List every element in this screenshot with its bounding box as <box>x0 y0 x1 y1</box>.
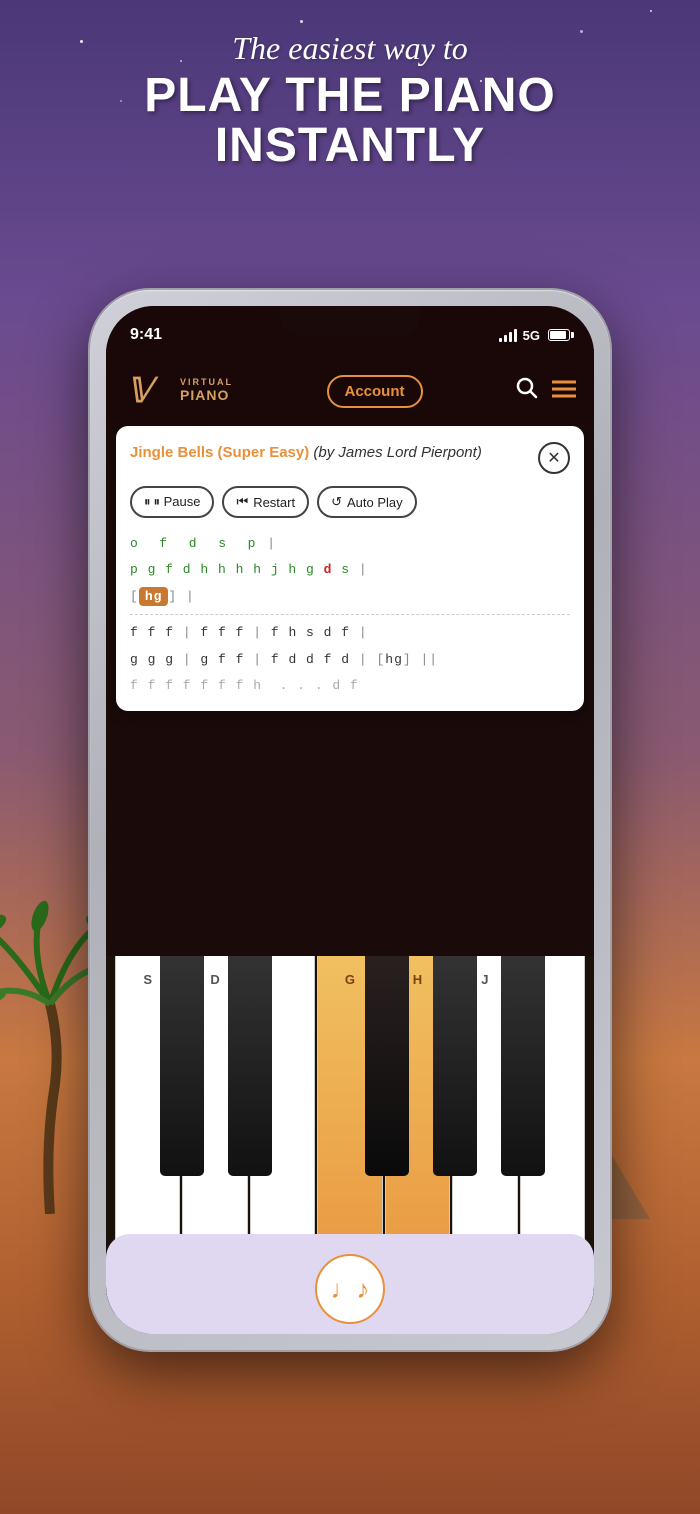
song-title-italic: (by James Lord Pierpont) <box>309 444 482 461</box>
song-header: Jingle Bells (Super Easy) (by James Lord… <box>130 442 570 474</box>
logo-piano-text: PIANO <box>180 388 233 403</box>
account-button[interactable]: Account <box>327 375 423 408</box>
black-key-4[interactable] <box>433 956 477 1176</box>
notes-row-1: o f d s p | <box>130 532 570 555</box>
notes-row-5: g g g | g f f | f d d f d | [hg] || <box>130 648 570 671</box>
notes-divider <box>130 614 570 615</box>
hero-section: The easiest way to PLAY THE PIANO INSTAN… <box>0 30 700 172</box>
autoplay-icon: ↺ <box>331 494 342 510</box>
signal-bar-1 <box>499 338 502 342</box>
notes-area: o f d s p | p g f d h h h h j h g d s | … <box>130 532 570 697</box>
song-title: Jingle Bells (Super Easy) (by James Lord… <box>130 442 538 463</box>
phone-frame: 9:41 5G <box>90 290 610 1350</box>
pause-icon: ⏸ <box>144 494 151 510</box>
key-label-top-h: H <box>413 972 422 987</box>
logo-icon: 𝕍 <box>124 371 174 411</box>
black-key-5[interactable] <box>501 956 545 1176</box>
notes-row-6: f f f f f f f h . . . d f <box>130 674 570 697</box>
restart-button[interactable]: ⏮ Restart <box>222 486 309 518</box>
battery-icon <box>548 329 570 341</box>
phone-screen: 9:41 5G <box>106 306 594 1334</box>
key-label-top-j: J <box>481 972 488 987</box>
autoplay-button[interactable]: ↺ Auto Play <box>317 486 417 518</box>
song-title-bold: Jingle Bells (Super Easy) <box>130 444 309 461</box>
key-label-top-s: S <box>143 972 152 987</box>
header-icons <box>516 377 576 405</box>
menu-icon[interactable] <box>552 378 576 404</box>
key-label-top-d: D <box>210 972 219 987</box>
status-5g: 5G <box>523 328 540 343</box>
music-note-icon: ♩♪ <box>331 1274 370 1305</box>
hero-subtitle: The easiest way to <box>0 30 700 67</box>
hero-title-line2: INSTANTLY <box>0 121 700 171</box>
close-button[interactable]: ✕ <box>538 442 570 474</box>
logo-area: 𝕍 VIRTUAL PIANO <box>124 371 233 411</box>
phone-notch <box>280 306 420 336</box>
signal-bar-2 <box>504 335 507 342</box>
signal-bars <box>499 328 517 342</box>
song-controls: ⏸ ⏸ Pause ⏮ Restart ↺ Auto Play <box>130 486 570 518</box>
notes-row-2: p g f d h h h h j h g d s | <box>130 558 570 581</box>
song-sheet: Jingle Bells (Super Easy) (by James Lord… <box>116 426 584 711</box>
status-icons: 5G <box>499 328 570 343</box>
restart-icon: ⏮ <box>236 494 248 510</box>
battery-fill <box>550 331 566 339</box>
black-key-1[interactable] <box>160 956 204 1176</box>
bottom-card: ♩♪ <box>106 1234 594 1334</box>
signal-bar-3 <box>509 332 512 342</box>
status-time: 9:41 <box>130 326 162 344</box>
hero-title-line1: PLAY THE PIANO <box>0 71 700 121</box>
logo-text: VIRTUAL PIANO <box>180 378 233 403</box>
notes-row-4: f f f | f f f | f h s d f | <box>130 621 570 644</box>
black-key-3[interactable] <box>365 956 409 1176</box>
key-label-top-g: G <box>345 972 355 987</box>
app-header: 𝕍 VIRTUAL PIANO Account <box>106 356 594 426</box>
black-key-2[interactable] <box>228 956 272 1176</box>
pause-button[interactable]: ⏸ ⏸ Pause <box>130 486 214 518</box>
music-note-button[interactable]: ♩♪ <box>315 1254 385 1324</box>
notes-row-3: [hg] | <box>130 585 570 608</box>
signal-bar-4 <box>514 329 517 342</box>
search-icon[interactable] <box>516 377 538 405</box>
svg-text:𝕍: 𝕍 <box>127 373 159 410</box>
phone-mockup: 9:41 5G <box>90 290 610 1350</box>
